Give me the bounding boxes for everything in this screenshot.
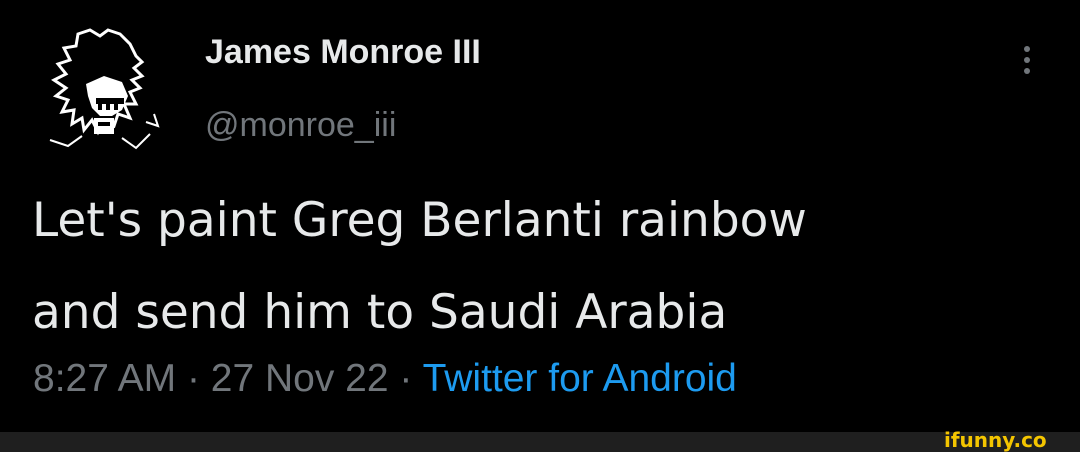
meta-separator: · — [399, 357, 413, 400]
footer-bar — [0, 432, 1080, 452]
tweet-time[interactable]: 8:27 AM — [33, 357, 176, 400]
tweet-source-link[interactable]: Twitter for Android — [423, 357, 737, 400]
vertical-ellipsis-icon — [1024, 57, 1030, 63]
svg-text:ifunny.co: ifunny.co — [944, 428, 1047, 452]
vertical-ellipsis-icon — [1024, 46, 1030, 52]
vertical-ellipsis-icon — [1024, 68, 1030, 74]
tweet-date[interactable]: 27 Nov 22 — [211, 357, 389, 400]
ifunny-watermark-logo: ifunny.co — [944, 428, 1047, 452]
more-options-button[interactable] — [1012, 40, 1042, 80]
author-handle[interactable]: @monroe_iii — [205, 105, 396, 145]
avatar[interactable] — [38, 22, 166, 150]
author-display-name[interactable]: James Monroe III — [205, 32, 481, 72]
tweet-card: James Monroe III @monroe_iii Let's paint… — [0, 0, 1080, 432]
pixel-art-character-icon — [40, 24, 164, 150]
tweet-metadata: 8:27 AM · 27 Nov 22 · Twitter for Androi… — [33, 355, 737, 403]
tweet-text-line: Let's paint Greg Berlanti rainbow — [32, 193, 807, 248]
meta-separator: · — [186, 357, 200, 400]
tweet-text: Let's paint Greg Berlanti rainbow and se… — [32, 175, 1062, 359]
tweet-text-line: and send him to Saudi Arabia — [32, 285, 728, 340]
